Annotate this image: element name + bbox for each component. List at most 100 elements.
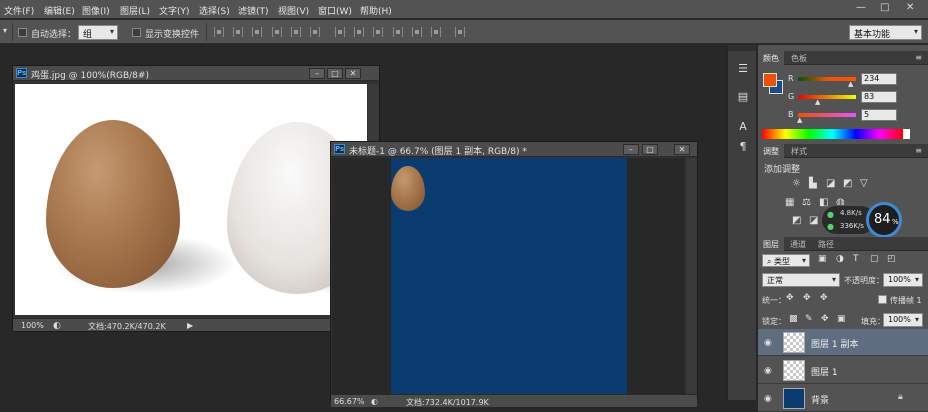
- zoom-level[interactable]: 100%: [21, 321, 44, 330]
- vibrance-icon[interactable]: ▽: [860, 178, 868, 189]
- visibility-eye-icon[interactable]: ◉: [764, 366, 772, 376]
- doc-close-button[interactable]: ✕: [345, 68, 361, 79]
- lock-all-icon[interactable]: ▣: [837, 314, 846, 324]
- foreground-color-swatch[interactable]: [763, 73, 777, 87]
- visibility-eye-icon[interactable]: ◉: [764, 394, 772, 404]
- doc-minimize-button[interactable]: –: [309, 68, 325, 79]
- doc-scrollbar[interactable]: [687, 158, 697, 394]
- tool-preset-chevron-icon[interactable]: ▾: [3, 26, 7, 35]
- layer-row-background[interactable]: ◉ 背景 🔒︎: [758, 385, 928, 412]
- status-options-icon[interactable]: ◐: [53, 321, 61, 331]
- menu-file[interactable]: 文件(F): [4, 4, 34, 17]
- paragraph-icon[interactable]: ¶: [735, 139, 751, 155]
- b-slider-thumb[interactable]: ▲: [797, 116, 802, 124]
- hue-saturation-icon[interactable]: ▦: [785, 197, 794, 208]
- color-spectrum-bar[interactable]: [762, 129, 903, 139]
- distribute-vcenter-icon[interactable]: [354, 27, 364, 37]
- character-icon[interactable]: A: [735, 119, 751, 135]
- layer-row-copy[interactable]: ◉ 图层 1 副本: [758, 329, 928, 356]
- filter-pixel-icon[interactable]: ▣: [818, 254, 827, 264]
- invert-icon[interactable]: ◩: [792, 215, 801, 226]
- brightness-icon[interactable]: ☼: [792, 178, 801, 189]
- propagate-frame-checkbox[interactable]: [878, 295, 887, 304]
- menu-image[interactable]: 图像(I): [82, 4, 110, 17]
- canvas-area[interactable]: [332, 158, 685, 394]
- opacity-field[interactable]: 100%: [883, 273, 923, 287]
- fill-field[interactable]: 100%: [883, 313, 923, 327]
- workspace-dropdown[interactable]: 基本功能: [849, 25, 922, 40]
- auto-select-dropdown[interactable]: 组: [78, 25, 118, 40]
- g-value-field[interactable]: 83: [861, 91, 897, 103]
- layer-filter-dropdown[interactable]: ⌕ 类型: [762, 254, 810, 267]
- tab-adjustments[interactable]: 调整: [758, 144, 784, 158]
- curves-icon[interactable]: ◪: [826, 178, 835, 189]
- layer-row-layer1[interactable]: ◉ 图层 1: [758, 357, 928, 384]
- tab-color[interactable]: 颜色: [758, 51, 784, 65]
- align-left-icon[interactable]: [272, 27, 282, 37]
- tab-channels[interactable]: 通道: [785, 237, 811, 251]
- tab-layers[interactable]: 图层: [758, 237, 784, 251]
- status-menu-arrow-icon[interactable]: ▶: [187, 321, 193, 330]
- status-options-icon[interactable]: ◐: [371, 397, 378, 406]
- tab-swatches[interactable]: 色板: [786, 51, 812, 65]
- auto-select-checkbox[interactable]: [18, 28, 27, 37]
- distribute-top-icon[interactable]: [335, 27, 345, 37]
- doc-restore-button[interactable]: □: [327, 68, 343, 79]
- visibility-eye-icon[interactable]: ◉: [764, 338, 772, 348]
- menu-type[interactable]: 文字(Y): [159, 4, 190, 17]
- actions-icon[interactable]: ▤: [735, 89, 751, 105]
- panel-menu-icon[interactable]: ≡: [915, 146, 922, 155]
- align-vcenter-icon[interactable]: [233, 27, 243, 37]
- doc-restore-button[interactable]: □: [642, 144, 658, 155]
- g-slider-thumb[interactable]: ▲: [815, 98, 820, 106]
- unify-position-icon[interactable]: ✥: [786, 293, 794, 303]
- align-hcenter-icon[interactable]: [291, 27, 301, 37]
- auto-align-icon[interactable]: [455, 27, 465, 37]
- levels-icon[interactable]: ▙: [809, 178, 817, 189]
- doc-close-button[interactable]: ✕: [674, 144, 690, 155]
- distribute-bottom-icon[interactable]: [373, 27, 383, 37]
- filter-adjustment-icon[interactable]: ◑: [836, 254, 844, 264]
- menu-view[interactable]: 视图(V): [278, 4, 309, 17]
- cpu-gauge[interactable]: 84 %: [866, 202, 902, 238]
- r-slider-thumb[interactable]: ▲: [848, 80, 853, 88]
- close-button[interactable]: ✕: [906, 2, 914, 13]
- show-transform-checkbox[interactable]: [132, 28, 141, 37]
- document-titlebar[interactable]: Ps 鸡蛋.jpg @ 100%(RGB/8#) – □ ✕: [13, 66, 379, 81]
- align-bottom-icon[interactable]: [252, 27, 262, 37]
- distribute-hcenter-icon[interactable]: [412, 27, 422, 37]
- align-right-icon[interactable]: [310, 27, 320, 37]
- b-slider[interactable]: [798, 113, 856, 117]
- history-icon[interactable]: ☰: [735, 61, 751, 77]
- menu-window[interactable]: 窗口(W): [318, 4, 352, 17]
- tab-styles[interactable]: 样式: [786, 144, 812, 158]
- unify-visibility-icon[interactable]: ✥: [803, 293, 811, 303]
- layer-name[interactable]: 图层 1: [811, 365, 838, 378]
- distribute-right-icon[interactable]: [431, 27, 441, 37]
- panel-menu-icon[interactable]: ≡: [915, 53, 922, 62]
- menu-help[interactable]: 帮助(H): [360, 4, 392, 17]
- document-titlebar[interactable]: Ps 未标题-1 @ 66.7% (图层 1 副本, RGB/8) * – □ …: [331, 142, 697, 157]
- lock-paint-icon[interactable]: ✎: [805, 314, 813, 324]
- menu-select[interactable]: 选择(S): [199, 4, 230, 17]
- blend-mode-dropdown[interactable]: 正常: [762, 273, 840, 287]
- posterize-icon[interactable]: ◪: [809, 215, 818, 226]
- g-slider[interactable]: [798, 95, 856, 99]
- tab-paths[interactable]: 路径: [813, 237, 839, 251]
- distribute-left-icon[interactable]: [393, 27, 403, 37]
- white-swatch[interactable]: [903, 129, 910, 139]
- zoom-level[interactable]: 66.67%: [334, 397, 365, 406]
- restore-button[interactable]: □: [880, 2, 889, 13]
- doc-minimize-button[interactable]: –: [623, 144, 639, 155]
- filter-shape-icon[interactable]: ▢: [870, 254, 879, 264]
- menu-filter[interactable]: 滤镜(T): [238, 4, 269, 17]
- menu-edit[interactable]: 编辑(E): [44, 4, 75, 17]
- align-top-icon[interactable]: [214, 27, 224, 37]
- minimize-button[interactable]: —: [856, 2, 866, 13]
- lock-move-icon[interactable]: ✥: [821, 314, 829, 324]
- exposure-icon[interactable]: ◩: [843, 178, 852, 189]
- menu-layer[interactable]: 图层(L): [120, 4, 150, 17]
- filter-smart-icon[interactable]: ◰: [887, 254, 896, 264]
- r-value-field[interactable]: 234: [861, 73, 897, 85]
- b-value-field[interactable]: 5: [861, 109, 897, 121]
